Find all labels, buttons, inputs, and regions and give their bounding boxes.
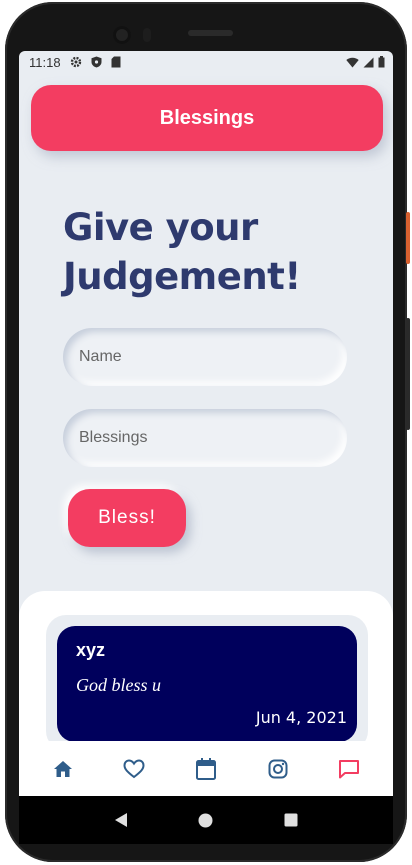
status-time: 11:18	[29, 54, 61, 70]
wifi-icon	[346, 57, 359, 67]
sensor	[143, 28, 151, 42]
app-header: Blessings	[31, 85, 383, 151]
back-icon[interactable]	[114, 812, 128, 828]
front-camera	[113, 26, 131, 44]
shield-icon	[91, 56, 102, 68]
home-button-icon[interactable]	[198, 813, 213, 828]
status-bar: 11:18	[19, 51, 393, 73]
page-title: Give your Judgement!	[63, 206, 301, 298]
nav-home[interactable]	[43, 749, 83, 789]
nav-instagram[interactable]	[258, 749, 298, 789]
settings-icon	[70, 56, 81, 68]
bless-button[interactable]: Bless!	[68, 489, 186, 547]
blessing-card[interactable]: xyz God bless u Jun 4, 2021	[57, 626, 357, 742]
power-button	[406, 212, 410, 264]
blessings-field[interactable]	[63, 409, 347, 467]
nav-messages[interactable]	[329, 749, 369, 789]
blessing-date: Jun 4, 2021	[255, 708, 347, 727]
instagram-icon	[268, 759, 288, 778]
name-field[interactable]	[63, 328, 347, 386]
bottom-navigation	[19, 741, 393, 796]
chat-icon	[339, 759, 360, 778]
calendar-icon	[195, 757, 216, 780]
recents-icon[interactable]	[284, 813, 298, 827]
nav-calendar[interactable]	[186, 749, 226, 789]
blessings-input[interactable]	[79, 429, 319, 447]
blessing-message: God bless u	[76, 675, 161, 695]
app-screen: 11:18 Blessings Give your Judgement! Nam…	[19, 51, 393, 796]
heart-icon	[123, 758, 145, 778]
earpiece-speaker	[188, 30, 233, 36]
app-title: Blessings	[159, 106, 255, 129]
volume-button	[406, 318, 410, 430]
sd-card-icon	[111, 56, 121, 68]
battery-icon	[378, 56, 385, 68]
home-icon	[53, 760, 72, 777]
name-input[interactable]	[79, 348, 319, 366]
nav-favorites[interactable]	[114, 749, 154, 789]
blessing-author: xyz	[76, 640, 106, 660]
signal-icon	[363, 57, 374, 67]
system-navigation-bar	[19, 796, 393, 844]
